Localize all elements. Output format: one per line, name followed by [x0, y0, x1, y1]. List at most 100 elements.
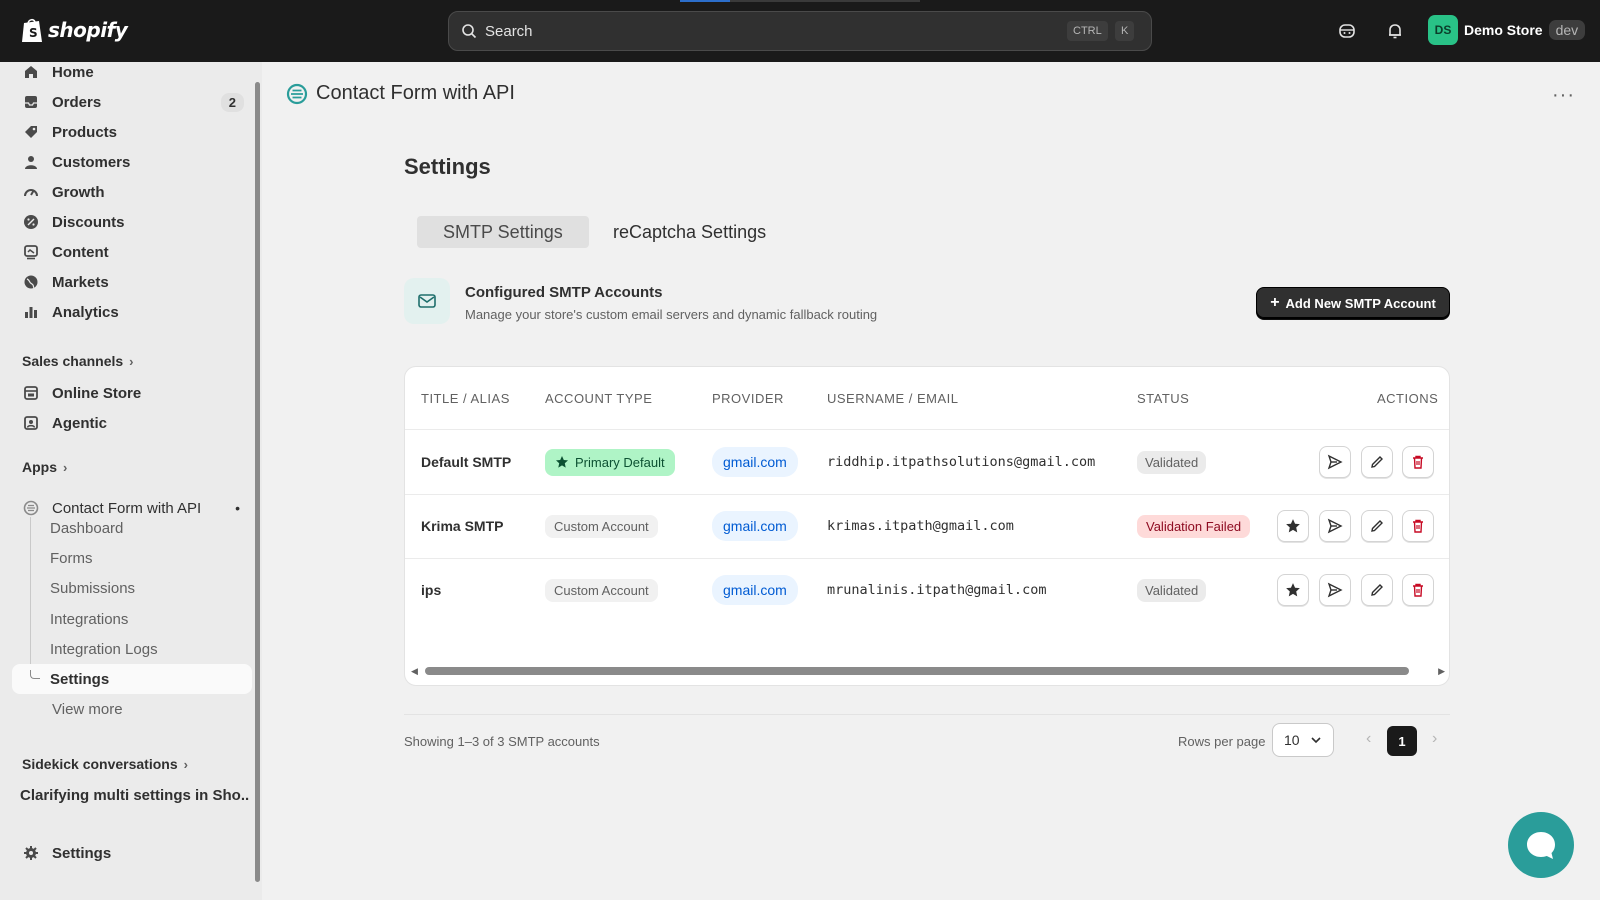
table-horizontal-scrollbar[interactable]: ◀ ▶ — [411, 665, 1445, 677]
sidebar-subitem-dashboard[interactable]: Dashboard — [12, 513, 252, 543]
sidebar-item-orders[interactable]: Orders 2 — [12, 87, 252, 117]
pencil-icon — [1371, 456, 1383, 468]
bell-icon[interactable] — [1384, 20, 1406, 42]
kbd-k: K — [1115, 21, 1135, 41]
send-test-button[interactable] — [1319, 446, 1351, 478]
delete-button[interactable] — [1402, 574, 1434, 606]
sidebar-item-label: Products — [52, 123, 118, 141]
sidebar-item-customers[interactable]: Customers — [12, 147, 252, 177]
account-type-badge: Primary Default — [545, 430, 675, 494]
sidebar-item-online-store[interactable]: Online Store — [12, 378, 252, 408]
delete-button[interactable] — [1402, 446, 1434, 478]
sales-channels-heading[interactable]: Sales channels › — [22, 353, 134, 369]
more-actions-icon[interactable]: ··· — [1552, 84, 1575, 107]
sidebar-subitem-submissions[interactable]: Submissions — [12, 573, 252, 603]
star-icon — [556, 456, 568, 468]
pencil-icon — [1371, 584, 1383, 596]
delete-button[interactable] — [1402, 510, 1434, 542]
sidebar-item-label: Settings — [50, 670, 110, 688]
edit-button[interactable] — [1361, 510, 1393, 542]
search-placeholder: Search — [485, 22, 533, 40]
account-type-label: Custom Account — [545, 578, 658, 602]
row-email: riddhip.itpathsolutions@gmail.com — [827, 454, 1096, 470]
scrollbar-thumb[interactable] — [425, 667, 1409, 675]
rows-per-page-label: Rows per page — [1178, 734, 1266, 749]
store-switcher[interactable]: DS Demo Store dev — [1428, 15, 1586, 45]
send-test-button[interactable] — [1319, 574, 1351, 606]
table-row: Default SMTP Primary Default gmail.com r… — [405, 430, 1449, 494]
column-header-status[interactable]: STATUS — [1137, 391, 1189, 406]
sidebar-item-settings[interactable]: Settings — [12, 838, 252, 868]
row-email: krimas.itpath@gmail.com — [827, 518, 1014, 534]
tab-smtp-settings[interactable]: SMTP Settings — [417, 216, 589, 248]
column-header-email[interactable]: USERNAME / EMAIL — [827, 391, 959, 406]
sidekick-icon[interactable] — [1336, 20, 1358, 42]
send-test-button[interactable] — [1319, 510, 1351, 542]
shopify-logo[interactable]: S shopify — [20, 16, 128, 44]
sidebar-item-analytics[interactable]: Analytics — [12, 297, 252, 327]
content-icon — [22, 243, 40, 261]
sidebar-subitem-integrations[interactable]: Integrations — [12, 604, 252, 634]
sidebar-subitem-forms[interactable]: Forms — [12, 543, 252, 573]
search-input[interactable]: Search CTRL K — [448, 11, 1152, 51]
store-avatar: DS — [1428, 15, 1458, 45]
trash-icon — [1413, 455, 1423, 469]
mail-icon — [404, 278, 450, 324]
sidebar-item-growth[interactable]: Growth — [12, 177, 252, 207]
rows-per-page-select[interactable]: 10 — [1272, 723, 1334, 757]
row-email: mrunalinis.itpath@gmail.com — [827, 582, 1047, 598]
status-badge: Validation Failed — [1137, 494, 1251, 558]
provider-label: gmail.com — [712, 575, 798, 605]
provider-badge: gmail.com — [712, 430, 798, 494]
orders-count-badge: 2 — [220, 92, 244, 112]
view-more-link[interactable]: View more — [12, 694, 252, 724]
status-label: Validated — [1137, 450, 1207, 474]
scroll-left-icon[interactable]: ◀ — [411, 666, 418, 677]
table-row: ips Custom Account gmail.com mrunalinis.… — [405, 558, 1449, 622]
sidebar-item-products[interactable]: Products — [12, 117, 252, 147]
smtp-accounts-table: TITLE / ALIAS ACCOUNT TYPE PROVIDER USER… — [404, 366, 1450, 686]
star-icon — [1286, 519, 1300, 533]
scroll-right-icon[interactable]: ▶ — [1438, 666, 1445, 677]
add-smtp-account-button[interactable]: + Add New SMTP Account — [1256, 287, 1450, 319]
sidebar-item-agentic[interactable]: Agentic — [12, 408, 252, 438]
svg-text:S: S — [29, 26, 38, 40]
sidekick-conversations-label: Sidekick conversations — [22, 756, 178, 772]
table-row: Krima SMTP Custom Account gmail.com krim… — [405, 494, 1449, 558]
sidebar-subitem-integration-logs[interactable]: Integration Logs — [12, 634, 252, 664]
store-env-badge: dev — [1548, 20, 1586, 40]
sidebar-item-home[interactable]: Home — [12, 57, 252, 87]
trash-icon — [1413, 583, 1423, 597]
person-icon — [22, 153, 40, 171]
current-page-button[interactable]: 1 — [1387, 726, 1417, 756]
row-title: ips — [421, 582, 442, 598]
sidebar-item-content[interactable]: Content — [12, 237, 252, 267]
column-header-title[interactable]: TITLE / ALIAS — [421, 391, 510, 406]
send-icon — [1327, 582, 1343, 598]
loading-bar — [680, 0, 920, 2]
sidebar-item-label: Agentic — [52, 414, 108, 432]
set-primary-button[interactable] — [1277, 574, 1309, 606]
edit-button[interactable] — [1361, 446, 1393, 478]
sidebar-scrollbar[interactable] — [255, 82, 260, 882]
set-primary-button[interactable] — [1277, 510, 1309, 542]
home-icon — [22, 63, 40, 81]
edit-button[interactable] — [1361, 574, 1393, 606]
sidebar-item-label: Markets — [52, 273, 109, 291]
kbd-ctrl: CTRL — [1067, 21, 1108, 41]
sidebar-item-discounts[interactable]: Discounts — [12, 207, 252, 237]
sidekick-conversation-item[interactable]: Clarifying multi settings in Sho... — [20, 787, 250, 804]
sidebar-item-label: Analytics — [52, 303, 119, 321]
apps-heading[interactable]: Apps › — [22, 459, 67, 475]
sidebar-subitem-settings[interactable]: Settings — [12, 664, 252, 694]
sidekick-conversations-heading[interactable]: Sidekick conversations › — [22, 756, 188, 772]
chat-support-button[interactable] — [1508, 812, 1574, 878]
column-header-account-type[interactable]: ACCOUNT TYPE — [545, 391, 652, 406]
sidebar-item-markets[interactable]: Markets — [12, 267, 252, 297]
tab-recaptcha-settings[interactable]: reCaptcha Settings — [587, 216, 792, 248]
next-page-button[interactable]: › — [1432, 730, 1437, 748]
previous-page-button[interactable]: ‹ — [1366, 730, 1371, 748]
column-header-provider[interactable]: PROVIDER — [712, 391, 784, 406]
sidebar-item-label: Content — [52, 243, 109, 261]
discount-icon — [22, 213, 40, 231]
